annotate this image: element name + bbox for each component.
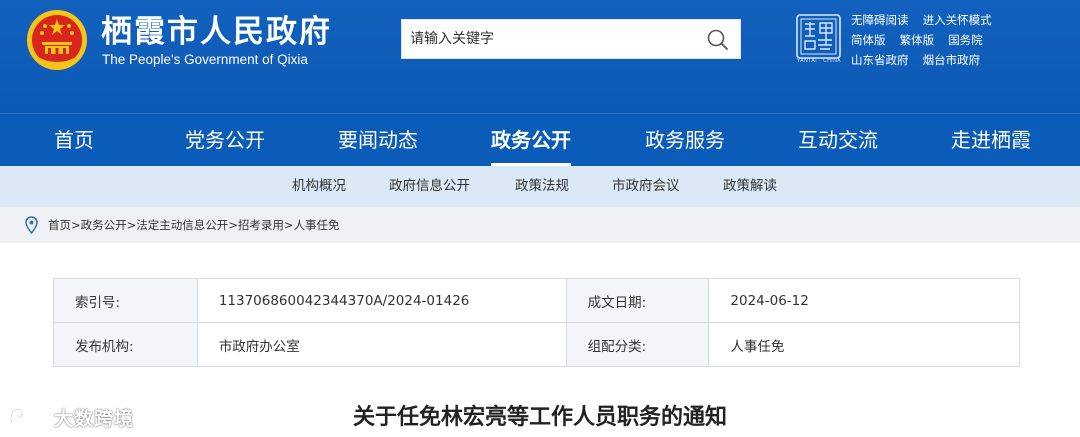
state-council-link[interactable]: 国务院 (948, 33, 983, 47)
breadcrumb-item-appointments[interactable]: 人事任免 (294, 218, 340, 232)
nav-item-home[interactable]: 首页 (54, 114, 94, 166)
nav-item-party-affairs[interactable]: 党务公开 (185, 114, 265, 166)
nav-item-gov-affairs[interactable]: 政务公开 (491, 114, 571, 166)
breadcrumb-item-home[interactable]: 首页 (48, 218, 71, 232)
table-row: 发布机构: 市政府办公室 组配分类: 人事任免 (53, 322, 1020, 367)
breadcrumb-item-statutory-disclosure[interactable]: 法定主动信息公开 (136, 218, 228, 232)
subnav-item-info-disclosure[interactable]: 政府信息公开 (389, 166, 470, 207)
category-value: 人事任免 (708, 322, 1020, 367)
watermark-text: 大数跨境 (54, 407, 135, 430)
publisher-label: 发布机构: (53, 322, 198, 367)
breadcrumb-separator: > (126, 218, 137, 232)
quick-links: 无障碍阅读 进入关怀模式 简体版 繁体版 国务院 山东省政府 烟台市政府 (851, 9, 1051, 69)
shandong-gov-link[interactable]: 山东省政府 (851, 53, 909, 67)
nav-item-news[interactable]: 要闻动态 (338, 114, 418, 166)
breadcrumb-item-recruitment[interactable]: 招考录用 (238, 218, 284, 232)
table-row: 索引号: 113706860042344370A/2024-01426 成文日期… (53, 278, 1020, 323)
search-icon[interactable] (704, 26, 732, 54)
care-mode-link[interactable]: 进入关怀模式 (923, 13, 992, 27)
yantai-gov-link[interactable]: 烟台市政府 (923, 53, 981, 67)
breadcrumb-separator: > (71, 218, 81, 232)
nav-item-gov-services[interactable]: 政务服务 (645, 114, 725, 166)
quick-links-row: 简体版 繁体版 国务院 (851, 29, 1051, 49)
breadcrumb-separator: > (283, 218, 294, 232)
subnav-item-policies[interactable]: 政策法规 (515, 166, 569, 207)
index-value: 113706860042344370A/2024-01426 (196, 278, 567, 323)
subnav-item-meetings[interactable]: 市政府会议 (612, 166, 680, 207)
simplified-chinese-link[interactable]: 简体版 (851, 33, 886, 47)
nav-item-about-qixia[interactable]: 走进栖霞 (951, 114, 1031, 166)
location-pin-icon (25, 216, 38, 234)
watermark: 大数跨境 (8, 404, 134, 430)
category-label: 组配分类: (565, 322, 710, 367)
sub-nav: 机构概况 政府信息公开 政策法规 市政府会议 政策解读 (0, 166, 1080, 207)
date-value: 2024-06-12 (708, 278, 1020, 323)
document-info-table: 索引号: 113706860042344370A/2024-01426 成文日期… (53, 278, 1020, 367)
search-box (401, 19, 741, 59)
breadcrumb-item-gov-affairs[interactable]: 政务公开 (81, 218, 127, 232)
article-title: 关于任免林宏亮等工作人员职务的通知 (352, 405, 727, 430)
breadcrumb-separator: > (228, 218, 238, 232)
search-input[interactable] (410, 20, 690, 58)
main-nav: 首页 党务公开 要闻动态 政务公开 政务服务 互动交流 走进栖霞 (0, 113, 1080, 166)
watermark-logo-icon (9, 408, 45, 425)
quick-links-row: 山东省政府 烟台市政府 (851, 49, 1051, 69)
subnav-item-organization[interactable]: 机构概况 (292, 166, 346, 207)
breadcrumb: 首页>政务公开>法定主动信息公开>招考录用>人事任免 (0, 207, 1080, 243)
site-name[interactable]: 栖霞市人民政府 (101, 12, 332, 52)
publisher-value: 市政府办公室 (196, 322, 567, 367)
quick-links-row: 无障碍阅读 进入关怀模式 (851, 9, 1051, 29)
seal-caption: YANTAI · CHINA (796, 58, 842, 64)
site-header: 栖霞市人民政府 The People's Government of Qixia… (0, 0, 1080, 113)
subnav-item-policy-interpretation[interactable]: 政策解读 (723, 166, 777, 207)
breadcrumb-trail: 首页>政务公开>法定主动信息公开>招考录用>人事任免 (48, 207, 340, 243)
date-label: 成文日期: (565, 278, 710, 323)
accessible-reading-link[interactable]: 无障碍阅读 (851, 13, 909, 27)
site-name-english: The People's Government of Qixia (102, 52, 308, 67)
index-label: 索引号: (53, 278, 198, 323)
national-emblem-icon[interactable] (26, 9, 88, 71)
nav-item-interaction[interactable]: 互动交流 (798, 114, 878, 166)
traditional-chinese-link[interactable]: 繁体版 (900, 33, 935, 47)
